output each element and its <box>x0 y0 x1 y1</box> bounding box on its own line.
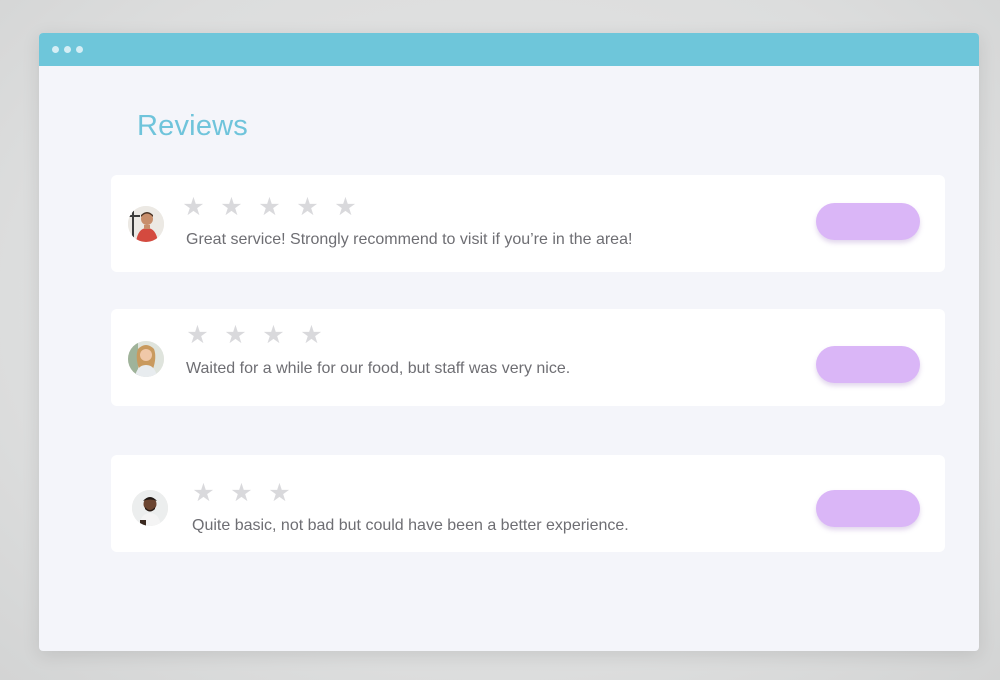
person-avatar-icon <box>132 490 168 526</box>
review-text: Great service! Strongly recommend to vis… <box>186 231 633 248</box>
review-card: ★ ★ ★ ★ ★ Great service! Strongly recomm… <box>111 175 945 272</box>
star-icon: ★ <box>268 479 291 507</box>
person-avatar-icon <box>128 206 164 242</box>
star-rating: ★ ★ ★ <box>191 481 292 506</box>
reviewer-avatar-1 <box>128 206 164 242</box>
star-icon: ★ <box>334 193 357 221</box>
review-action-button[interactable] <box>816 490 920 527</box>
star-icon: ★ <box>224 321 247 349</box>
window-titlebar <box>39 33 979 66</box>
review-action-button[interactable] <box>816 346 920 383</box>
star-icon: ★ <box>192 479 215 507</box>
review-card: ★ ★ ★ ★ Waited for a while for our food,… <box>111 309 945 406</box>
window-dot-icon[interactable] <box>76 46 83 53</box>
window-controls <box>52 46 83 53</box>
star-icon: ★ <box>220 193 243 221</box>
reviewer-avatar-3 <box>132 490 168 526</box>
star-icon: ★ <box>300 321 323 349</box>
star-rating: ★ ★ ★ ★ ★ <box>181 195 358 220</box>
review-card: ★ ★ ★ Quite basic, not bad but could hav… <box>111 455 945 552</box>
page-title: Reviews <box>137 110 248 142</box>
review-action-button[interactable] <box>816 203 920 240</box>
review-text: Quite basic, not bad but could have been… <box>192 517 629 534</box>
star-icon: ★ <box>262 321 285 349</box>
window-dot-icon[interactable] <box>52 46 59 53</box>
reviewer-avatar-2 <box>128 341 164 377</box>
person-avatar-icon <box>128 341 164 377</box>
review-text: Waited for a while for our food, but sta… <box>186 360 571 377</box>
window-dot-icon[interactable] <box>64 46 71 53</box>
star-icon: ★ <box>186 321 209 349</box>
star-icon: ★ <box>230 479 253 507</box>
star-rating: ★ ★ ★ ★ <box>185 323 324 348</box>
browser-window: Reviews ★ ★ ★ ★ ★ Great service! Strongl… <box>39 33 979 651</box>
star-icon: ★ <box>296 193 319 221</box>
star-icon: ★ <box>258 193 281 221</box>
star-icon: ★ <box>182 193 205 221</box>
